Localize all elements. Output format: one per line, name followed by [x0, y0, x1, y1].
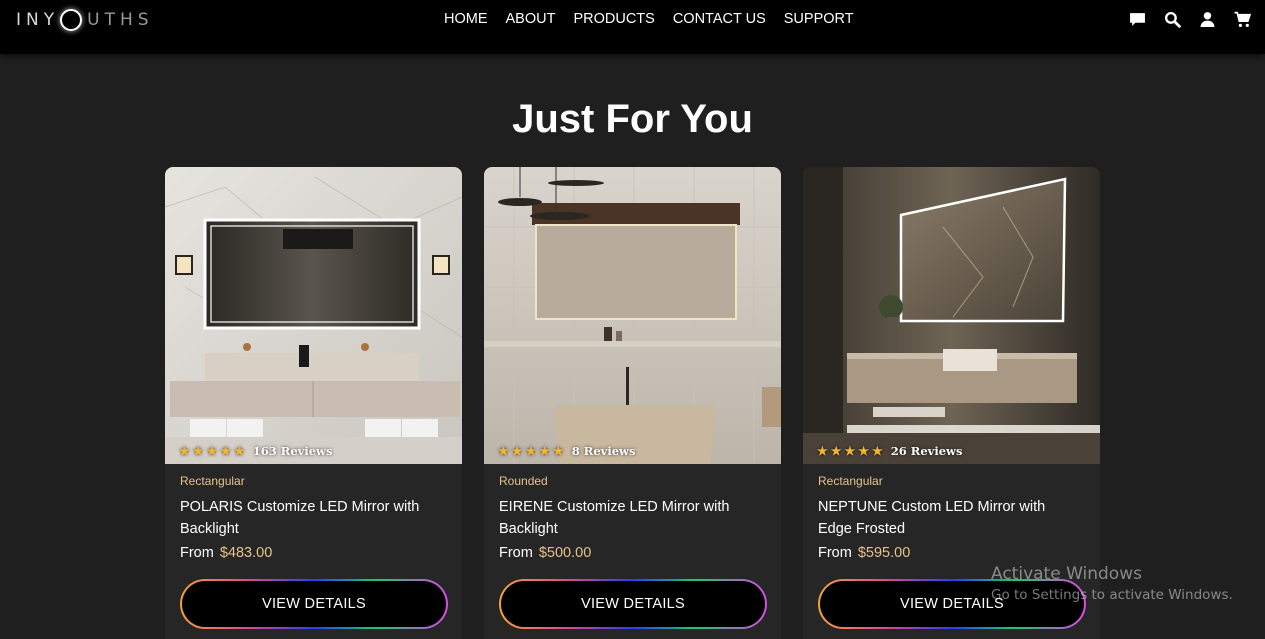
- logo-text-part1: INY: [16, 10, 60, 30]
- view-details-button[interactable]: VIEW DETAILS: [182, 581, 446, 627]
- rating-eirene: ★★★★★ 8 Reviews: [498, 444, 635, 458]
- watermark-title: Activate Windows: [991, 564, 1142, 584]
- product-name[interactable]: EIRENE Customize LED Mirror with Backlig…: [499, 496, 759, 540]
- review-count[interactable]: 8 Reviews: [572, 444, 636, 458]
- nav-support[interactable]: SUPPORT: [784, 11, 854, 27]
- activate-windows-watermark: Activate Windows Go to Settings to activ…: [991, 564, 1233, 603]
- price-label: From: [818, 545, 852, 561]
- nav-about[interactable]: ABOUT: [506, 11, 556, 27]
- watermark-subtitle: Go to Settings to activate Windows.: [991, 587, 1233, 603]
- product-price: From $483.00: [180, 545, 272, 561]
- star-rating-icon: ★★★★★: [179, 444, 248, 458]
- product-category: Rectangular: [180, 474, 245, 488]
- search-icon[interactable]: [1164, 11, 1181, 28]
- view-details-button[interactable]: VIEW DETAILS: [501, 581, 765, 627]
- product-image-neptune[interactable]: ★★★★★ 26 Reviews: [803, 167, 1100, 464]
- view-details-button-wrap: VIEW DETAILS: [180, 579, 448, 629]
- view-details-button-wrap: VIEW DETAILS: [499, 579, 767, 629]
- product-category: Rectangular: [818, 474, 883, 488]
- review-count[interactable]: 163 Reviews: [253, 444, 333, 458]
- product-card-eirene[interactable]: ★★★★★ 8 Reviews Rounded EIRENE Customize…: [484, 167, 781, 639]
- cart-icon[interactable]: [1234, 11, 1251, 28]
- site-header: INY UTHS HOME ABOUT PRODUCTS CONTACT US …: [0, 0, 1265, 54]
- logo[interactable]: INY UTHS: [16, 8, 154, 32]
- price-amount: $595.00: [857, 545, 911, 561]
- product-category: Rounded: [499, 474, 548, 488]
- section-title: Just For You: [512, 97, 753, 141]
- main-nav: HOME ABOUT PRODUCTS CONTACT US SUPPORT: [444, 11, 854, 27]
- price-label: From: [499, 545, 533, 561]
- product-name[interactable]: NEPTUNE Custom LED Mirror with Edge Fros…: [818, 496, 1078, 540]
- header-icons: [1129, 11, 1251, 28]
- nav-products[interactable]: PRODUCTS: [573, 11, 654, 27]
- product-price: From $595.00: [818, 545, 910, 561]
- price-label: From: [180, 545, 214, 561]
- price-amount: $483.00: [219, 545, 273, 561]
- product-price: From $500.00: [499, 545, 591, 561]
- rating-polaris: ★★★★★ 163 Reviews: [179, 444, 332, 458]
- user-icon[interactable]: [1199, 11, 1216, 28]
- nav-home[interactable]: HOME: [444, 11, 488, 27]
- nav-contact-us[interactable]: CONTACT US: [673, 11, 766, 27]
- product-card-polaris[interactable]: ★★★★★ 163 Reviews Rectangular POLARIS Cu…: [165, 167, 462, 639]
- review-count[interactable]: 26 Reviews: [891, 444, 963, 458]
- product-image-polaris[interactable]: ★★★★★ 163 Reviews: [165, 167, 462, 464]
- product-name[interactable]: POLARIS Customize LED Mirror with Backli…: [180, 496, 440, 540]
- price-amount: $500.00: [538, 545, 592, 561]
- product-image-eirene[interactable]: ★★★★★ 8 Reviews: [484, 167, 781, 464]
- star-rating-icon: ★★★★★: [498, 444, 567, 458]
- rating-neptune: ★★★★★ 26 Reviews: [817, 444, 962, 458]
- star-rating-icon: ★★★★★: [817, 444, 886, 458]
- chat-icon[interactable]: [1129, 11, 1146, 28]
- logo-text-part2: UTHS: [87, 10, 154, 30]
- logo-ring-icon: [60, 9, 83, 31]
